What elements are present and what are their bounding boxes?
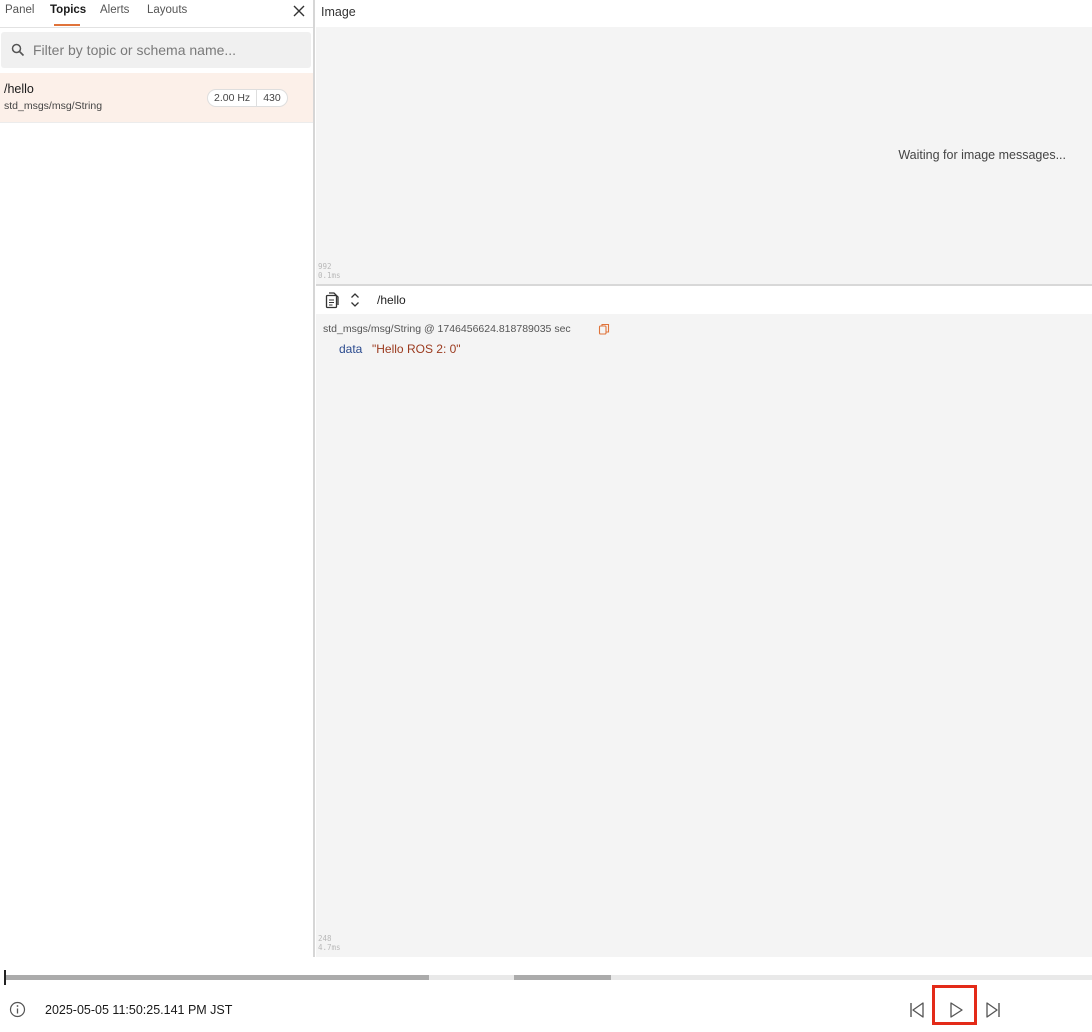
image-perf-counter: 992 0.1ms	[318, 262, 341, 280]
image-panel-title[interactable]: Image	[321, 5, 356, 19]
tab-topics[interactable]: Topics	[50, 4, 86, 16]
raw-perf-counter: 248 4.7ms	[318, 934, 341, 952]
field-value: "Hello ROS 2: 0"	[372, 342, 461, 356]
playback-bar	[0, 957, 1092, 1032]
raw-messages-toolbar: /hello	[316, 286, 1092, 314]
topic-row[interactable]: /hello std_msgs/msg/String 2.00 Hz 430	[0, 73, 313, 123]
loaded-range	[514, 975, 611, 980]
topic-path-input[interactable]: /hello	[377, 293, 406, 307]
close-icon	[293, 5, 305, 17]
tab-panel[interactable]: Panel	[5, 4, 34, 16]
copy-icon[interactable]	[598, 323, 610, 335]
topic-stats-badge: 2.00 Hz 430	[207, 89, 288, 107]
image-waiting-message: Waiting for image messages...	[898, 148, 1066, 162]
tab-layouts[interactable]: Layouts	[147, 4, 187, 16]
expand-collapse-icon[interactable]	[346, 291, 364, 309]
close-sidebar-button[interactable]	[291, 2, 307, 20]
topic-name: /hello	[4, 82, 34, 96]
image-perf-time: 0.1ms	[318, 271, 341, 280]
seek-backward-icon[interactable]	[906, 999, 928, 1021]
raw-perf-time: 4.7ms	[318, 943, 341, 952]
raw-perf-frames: 248	[318, 934, 332, 943]
image-perf-frames: 992	[318, 262, 332, 271]
search-icon	[11, 43, 25, 57]
playback-timestamp[interactable]: 2025-05-05 11:50:25.141 PM JST	[45, 1003, 232, 1017]
topic-schema: std_msgs/msg/String	[4, 100, 103, 112]
seek-forward-icon[interactable]	[982, 999, 1004, 1021]
tab-alerts[interactable]: Alerts	[100, 4, 129, 16]
topic-filter	[1, 32, 311, 68]
info-icon[interactable]	[9, 1001, 26, 1018]
image-panel-header: Image	[316, 0, 1092, 27]
topic-filter-input[interactable]	[33, 32, 303, 68]
message-metadata: std_msgs/msg/String @ 1746456624.8187890…	[323, 323, 571, 335]
raw-messages-panel: /hello std_msgs/msg/String @ 1746456624.…	[316, 286, 1092, 957]
topic-frequency: 2.00 Hz	[214, 92, 251, 104]
loaded-range	[5, 975, 429, 980]
topic-message-count: 430	[256, 90, 287, 106]
sidebar: Panel Topics Alerts Layouts /hello std_m…	[0, 0, 315, 957]
active-tab-indicator	[54, 24, 80, 26]
field-key: data	[339, 342, 363, 356]
playback-cursor[interactable]	[4, 970, 6, 985]
play-button-highlight	[932, 985, 977, 1025]
document-icon[interactable]	[323, 291, 341, 309]
sidebar-tabs: Panel Topics Alerts Layouts	[0, 0, 313, 28]
image-panel: Image Waiting for image messages... 992 …	[316, 0, 1092, 285]
